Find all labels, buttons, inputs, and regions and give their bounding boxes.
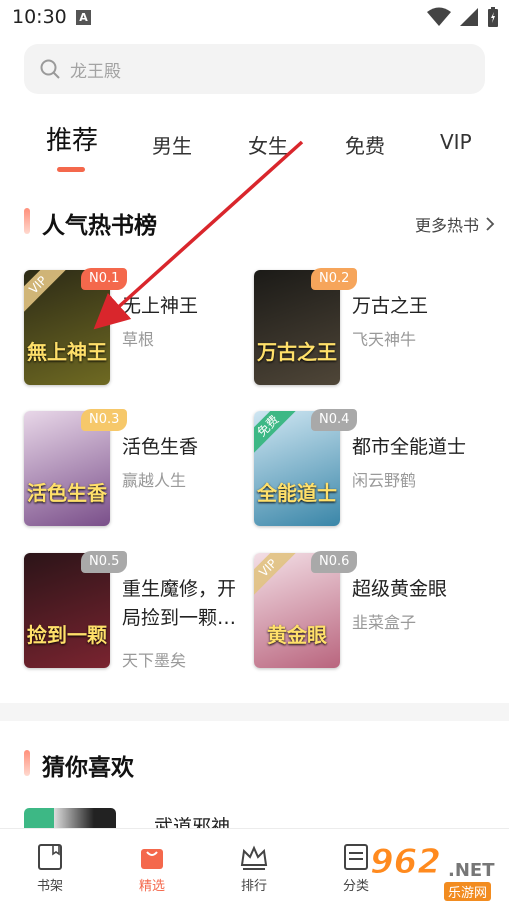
book-author: 草根 — [122, 330, 155, 349]
rank-badge: N0.1 — [81, 268, 128, 290]
status-time: 10:30 — [12, 6, 67, 28]
cover-title-art: 無上神王 — [27, 340, 107, 364]
book-author: 闲云野鹤 — [352, 471, 417, 490]
crown-icon — [240, 845, 268, 870]
book-card[interactable]: 黄金眼 VIP N0.6 超级黄金眼韭菜盒子 — [254, 551, 484, 671]
book-card[interactable]: 万古之王 N0.2 万古之王 飞天神牛 — [254, 268, 484, 388]
signal-icon — [460, 8, 478, 26]
category-icon — [344, 844, 368, 870]
more-hot-books-link[interactable]: 更多热书 — [415, 212, 495, 236]
nav-ranking-label: 排行 — [240, 879, 267, 894]
vip-corner-badge: VIP — [254, 553, 296, 596]
search-bar[interactable]: 龙王殿 — [24, 44, 485, 94]
section-divider — [0, 703, 509, 721]
battery-icon — [488, 7, 498, 27]
rank-badge: N0.6 — [311, 551, 358, 573]
book-author: 赢越人生 — [122, 471, 187, 490]
tab-free[interactable]: 免费 — [345, 130, 385, 159]
book-author: 飞天神牛 — [352, 330, 417, 349]
featured-bag-icon — [141, 849, 163, 869]
vip-corner-badge: VIP — [24, 270, 66, 313]
guess-section-title: 猜你喜欢 — [42, 755, 134, 781]
nav-ranking[interactable]: 排行 — [224, 843, 284, 894]
watermark-site-name: 乐游网 — [444, 882, 492, 901]
book-card[interactable]: 捡到一颗 N0.5 重生魔修，开局捡到一颗… 天下墨矣 — [24, 551, 254, 671]
cover-title-art: 万古之王 — [257, 340, 337, 364]
search-icon — [40, 59, 60, 79]
site-watermark: 962 .NET 乐游网 — [370, 842, 506, 902]
nav-featured-label: 精选 — [138, 879, 165, 894]
book-title[interactable]: 活色生香 — [122, 433, 254, 462]
cover-title-art: 全能道士 — [257, 481, 337, 505]
nav-featured[interactable]: 精选 — [122, 843, 182, 894]
book-title[interactable]: 无上神王 — [122, 292, 254, 321]
status-icons — [427, 6, 499, 28]
cover-title-art: 活色生香 — [27, 481, 107, 505]
bookshelf-icon — [38, 844, 62, 870]
book-title[interactable]: 万古之王 — [352, 292, 484, 321]
cover-title-art: 捡到一颗 — [27, 623, 107, 647]
book-title[interactable]: 都市全能道士 — [352, 433, 484, 462]
book-card[interactable]: 全能道士 免费 N0.4 都市全能道士闲云野鹤 — [254, 409, 484, 529]
rank-badge: N0.4 — [311, 409, 358, 431]
book-title[interactable]: 超级黄金眼 — [352, 575, 484, 604]
cover-title-art: 黄金眼 — [267, 623, 327, 647]
tab-recommend[interactable]: 推荐 — [46, 120, 98, 157]
free-corner-badge: 免费 — [254, 411, 296, 454]
tab-male-label[interactable]: 男生 — [152, 130, 192, 159]
watermark-net: .NET — [448, 860, 495, 881]
section-marker — [24, 750, 30, 776]
section-marker — [24, 208, 30, 234]
book-card[interactable]: 活色生香 N0.3 活色生香 赢越人生 — [24, 409, 254, 529]
book-card[interactable]: 無上神王 VIP N0.1 无上神王草根 — [24, 268, 254, 388]
nav-bookshelf-label: 书架 — [36, 879, 63, 894]
chevron-right-icon — [486, 217, 495, 231]
search-placeholder: 龙王殿 — [70, 62, 121, 82]
book-author: 天下墨矣 — [122, 651, 187, 670]
watermark-number: 962 — [370, 842, 442, 883]
wifi-icon — [427, 7, 451, 26]
notification-icon: A — [76, 10, 91, 25]
rank-badge: N0.2 — [311, 268, 358, 290]
recommended-book-cover[interactable] — [24, 808, 116, 828]
tab-vip[interactable]: VIP — [440, 130, 472, 154]
tab-female[interactable]: 女生 — [248, 130, 288, 159]
status-bar: 10:30 A — [0, 0, 509, 34]
rank-badge: N0.3 — [81, 409, 128, 431]
active-tab-indicator — [57, 167, 85, 172]
more-hot-books-label: 更多热书 — [414, 216, 479, 235]
hot-section-title: 人气热书榜 — [42, 213, 157, 239]
book-author: 韭菜盒子 — [352, 613, 417, 632]
book-title[interactable]: 重生魔修，开局捡到一颗… — [122, 575, 254, 633]
rank-badge: N0.5 — [81, 551, 128, 573]
nav-bookshelf[interactable]: 书架 — [20, 843, 80, 894]
